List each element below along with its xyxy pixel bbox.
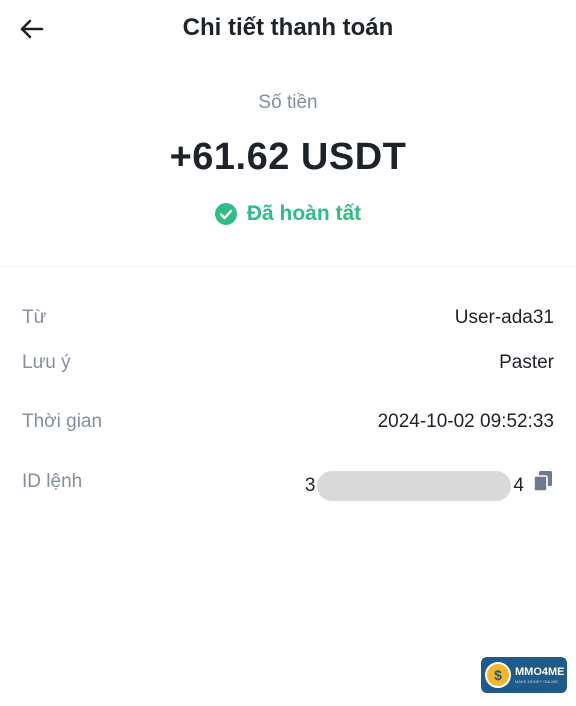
time-value: 2024-10-02 09:52:33 bbox=[377, 411, 554, 432]
time-label: Thời gian bbox=[22, 411, 103, 432]
status-text: Đã hoàn tất bbox=[246, 202, 362, 225]
page-title: Chi tiết thanh toán bbox=[182, 14, 394, 41]
copy-button[interactable] bbox=[532, 470, 554, 492]
order-id-redaction bbox=[317, 471, 512, 501]
detail-row-from: Từ User-ada31 bbox=[22, 303, 554, 333]
order-id-start: 3 bbox=[304, 475, 316, 496]
detail-row-note: Lưu ý Paster bbox=[22, 348, 554, 378]
note-label: Lưu ý bbox=[22, 352, 71, 373]
watermark-logo: $ MMO4ME MAKE MONEY ONLINE bbox=[481, 657, 567, 693]
from-label: Từ bbox=[22, 307, 47, 328]
detail-row-time: Thời gian 2024-10-02 09:52:33 bbox=[22, 407, 554, 437]
status-badge: Đã hoàn tất bbox=[0, 202, 576, 226]
detail-row-order-id: ID lệnh 3 4 bbox=[22, 467, 554, 501]
check-circle-icon bbox=[214, 203, 237, 225]
order-id-label: ID lệnh bbox=[22, 471, 83, 492]
watermark-brand: MMO4ME bbox=[515, 665, 565, 678]
watermark-text: MMO4ME MAKE MONEY ONLINE bbox=[515, 665, 565, 684]
note-value: Paster bbox=[499, 352, 554, 373]
amount-value: +61.62 USDT bbox=[169, 136, 407, 178]
copy-icon bbox=[533, 471, 552, 492]
from-value: User-ada31 bbox=[454, 307, 554, 328]
top-bar: Chi tiết thanh toán bbox=[0, 0, 576, 60]
divider bbox=[0, 266, 576, 267]
order-id-value: 3 4 bbox=[305, 471, 524, 501]
amount-label: Số tiền bbox=[258, 92, 318, 113]
order-id-end: 4 bbox=[513, 475, 524, 496]
dollar-coin-icon: $ bbox=[485, 662, 511, 688]
watermark-tagline: MAKE MONEY ONLINE bbox=[515, 678, 559, 684]
